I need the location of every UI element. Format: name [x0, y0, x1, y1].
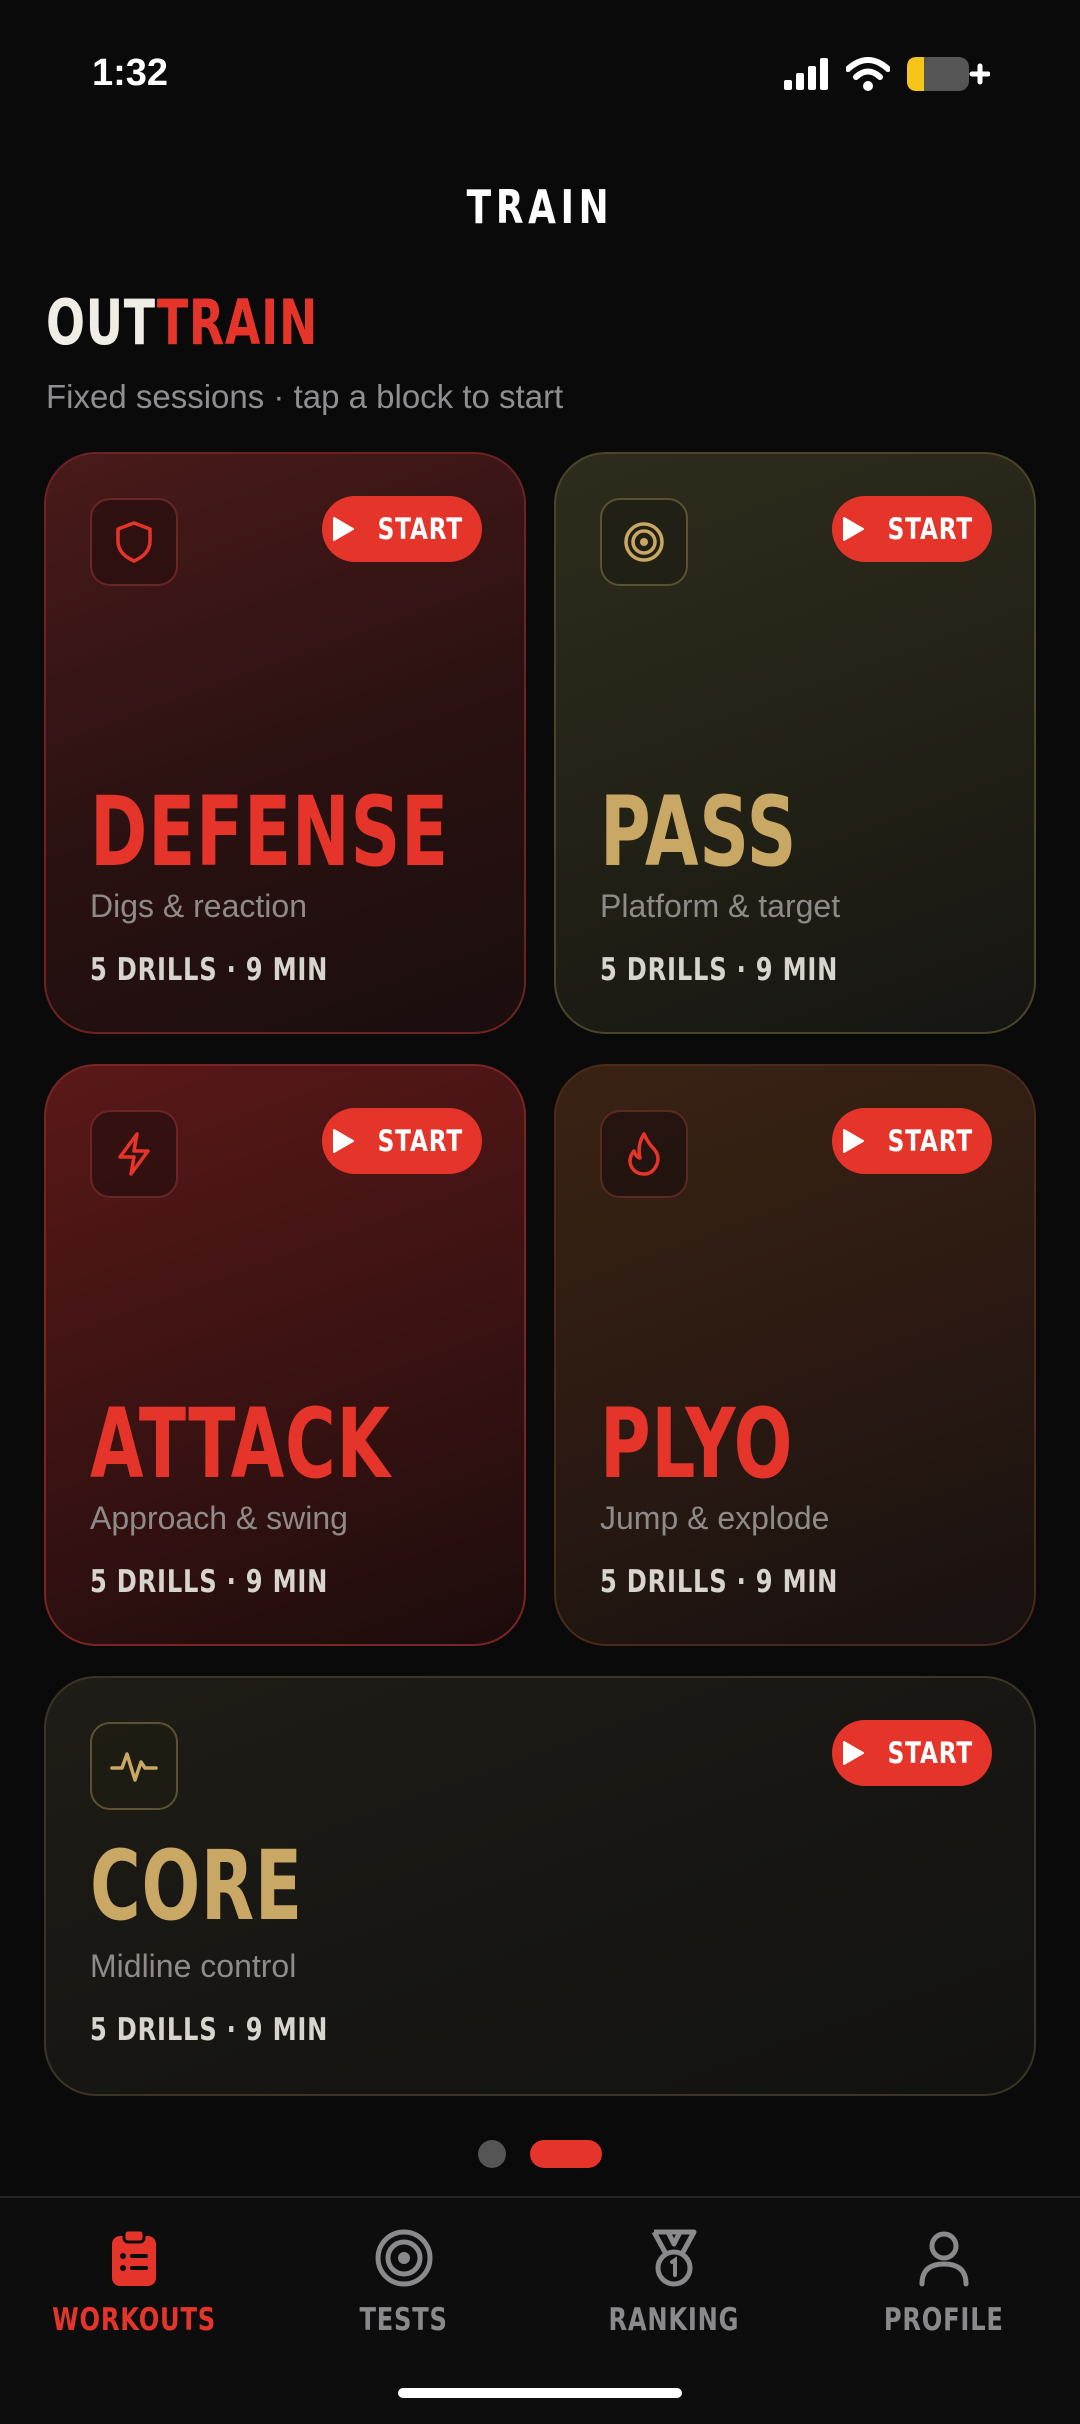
shield-icon: [116, 521, 152, 563]
page-dot-2-active[interactable]: [530, 2140, 602, 2168]
play-icon: [332, 517, 354, 541]
start-label: START: [887, 512, 973, 546]
start-label: START: [887, 1736, 973, 1770]
start-label: START: [887, 1124, 973, 1158]
card-meta: 5 DRILLS · 9 MIN: [90, 952, 329, 988]
battery-icon: [907, 57, 990, 91]
target-icon: [624, 522, 664, 562]
brand-part-train: TRAIN: [156, 286, 319, 359]
start-button[interactable]: START: [322, 1108, 482, 1174]
workout-card-defense[interactable]: START DEFENSE Digs & reaction 5 DRILLS ·…: [44, 452, 526, 1034]
tab-label: WORKOUTS: [52, 2302, 216, 2338]
workout-card-plyo[interactable]: START PLYO Jump & explode 5 DRILLS · 9 M…: [554, 1064, 1036, 1646]
play-icon: [842, 517, 864, 541]
play-icon: [842, 1129, 864, 1153]
card-icon-box: [90, 1110, 178, 1198]
start-button[interactable]: START: [322, 496, 482, 562]
play-icon: [842, 1741, 864, 1765]
page-indicator: [0, 2140, 1080, 2168]
target-icon: [375, 2229, 433, 2287]
card-title: DEFENSE: [90, 776, 449, 888]
status-bar: 1:32: [0, 0, 1080, 150]
tab-workouts[interactable]: WORKOUTS: [34, 2228, 234, 2338]
pulse-icon: [110, 1752, 158, 1782]
tab-label: PROFILE: [884, 2302, 1004, 2338]
workout-card-pass[interactable]: START PASS Platform & target 5 DRILLS · …: [554, 452, 1036, 1034]
card-title: ATTACK: [90, 1388, 391, 1500]
card-description: Platform & target: [600, 888, 841, 924]
start-button[interactable]: START: [832, 1108, 992, 1174]
person-icon: [919, 2231, 969, 2287]
tab-label: TESTS: [359, 2302, 449, 2338]
flame-icon: [628, 1132, 660, 1176]
brand-part-out: OUT: [46, 286, 157, 359]
tab-label: RANKING: [608, 2302, 740, 2338]
lightning-icon: [118, 1132, 150, 1176]
tab-profile[interactable]: PROFILE: [844, 2228, 1044, 2338]
status-time: 1:32: [92, 52, 169, 94]
card-icon-box: [90, 1722, 178, 1810]
start-button[interactable]: START: [832, 496, 992, 562]
card-meta: 5 DRILLS · 9 MIN: [90, 1564, 329, 1600]
signal-icon: [784, 58, 828, 90]
card-title: PASS: [600, 776, 798, 888]
status-icons: [784, 56, 990, 92]
tab-ranking[interactable]: RANKING: [574, 2228, 774, 2338]
medal-icon: [651, 2229, 697, 2287]
wifi-icon: [846, 57, 890, 91]
tab-tests[interactable]: TESTS: [304, 2228, 504, 2338]
card-meta: 5 DRILLS · 9 MIN: [600, 952, 839, 988]
start-label: START: [377, 1124, 463, 1158]
home-indicator[interactable]: [398, 2388, 682, 2398]
card-meta: 5 DRILLS · 9 MIN: [90, 2012, 329, 2048]
card-icon-box: [600, 498, 688, 586]
card-title: PLYO: [600, 1388, 794, 1500]
card-meta: 5 DRILLS · 9 MIN: [600, 1564, 839, 1600]
play-icon: [332, 1129, 354, 1153]
start-label: START: [377, 512, 463, 546]
clipboard-icon: [112, 2228, 156, 2286]
card-description: Approach & swing: [90, 1500, 348, 1536]
card-icon-box: [600, 1110, 688, 1198]
workout-card-attack[interactable]: START ATTACK Approach & swing 5 DRILLS ·…: [44, 1064, 526, 1646]
workout-card-core[interactable]: START CORE Midline control 5 DRILLS · 9 …: [44, 1676, 1036, 2096]
card-title: CORE: [90, 1830, 303, 1942]
brand-logo: OUTTRAIN: [46, 292, 318, 354]
start-button[interactable]: START: [832, 1720, 992, 1786]
card-description: Midline control: [90, 1948, 297, 1984]
page-dot-1[interactable]: [478, 2140, 506, 2168]
page-subtitle: Fixed sessions · tap a block to start: [46, 378, 564, 415]
page-title: TRAIN: [466, 180, 614, 234]
card-description: Digs & reaction: [90, 888, 307, 924]
card-icon-box: [90, 498, 178, 586]
card-description: Jump & explode: [600, 1500, 830, 1536]
